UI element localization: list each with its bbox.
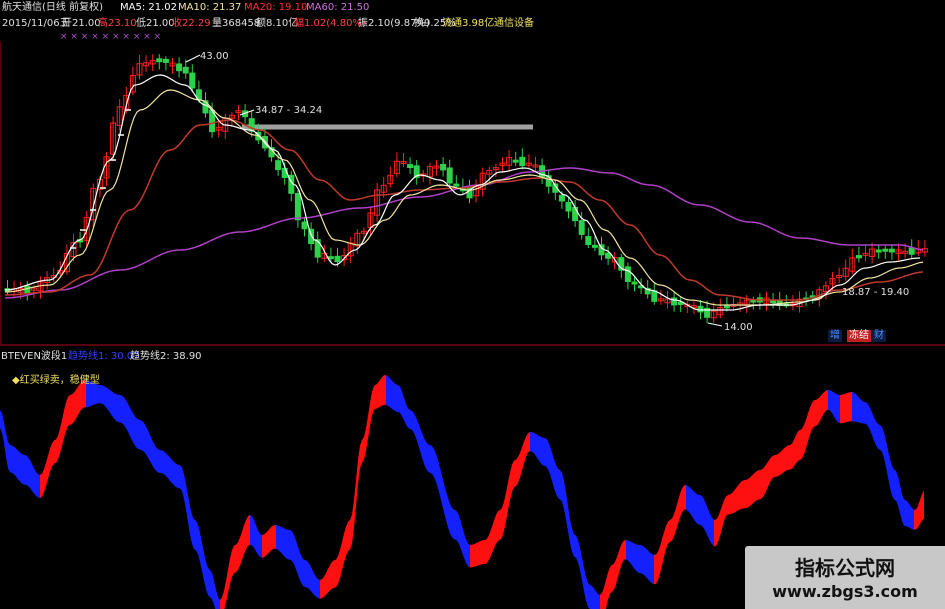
low-arrow (707, 322, 723, 327)
buy-band-segment (320, 375, 388, 599)
sell-band-segment (626, 540, 656, 585)
buy-band-segment (600, 540, 628, 609)
peak-price-label: 43.00 (200, 51, 229, 62)
ma10-label: MA10: 21.37 (178, 2, 242, 13)
candle-body (855, 255, 862, 259)
open-label: 开21.00 (62, 18, 101, 29)
sell-band-segment (828, 390, 842, 424)
candle-body (591, 244, 598, 248)
candle-body (453, 183, 460, 187)
candle-body (308, 228, 315, 244)
date-label: 2015/11/06五 (2, 18, 70, 29)
candle-body (189, 72, 196, 89)
volume-label: 量368458 (212, 18, 261, 29)
chart-canvas (0, 42, 945, 609)
sell-band-segment (852, 392, 916, 530)
stock-chart-window: 航天通信(日线 前复权) MA5: 21.02 MA10: 21.37 MA20… (0, 0, 945, 609)
candle-body (624, 266, 631, 282)
watermark-box: 指标公式网 www.zbgs3.com (745, 546, 945, 609)
candle-body (182, 66, 189, 74)
candle-body (519, 156, 526, 167)
candle-body (723, 305, 730, 309)
candle-body (908, 247, 915, 255)
signal-marker-row: × × × × × × × × × × (60, 32, 162, 42)
badge-freeze[interactable]: 冻结 (847, 330, 871, 342)
candle-body (770, 300, 777, 304)
trend-line-1-label: 趋势线1: 30.07 (68, 351, 140, 362)
candle-body (407, 164, 414, 169)
candle-body (572, 206, 579, 222)
high-label: 高23.10 (98, 18, 137, 29)
candle-body (578, 220, 585, 235)
candle-body (512, 159, 519, 163)
badge-increase[interactable]: 增 (828, 330, 842, 342)
float-label: 流通3.98亿 (442, 18, 495, 29)
change-label: 幅1.02(4.80%) (294, 18, 366, 29)
candle-body (162, 58, 169, 63)
watermark-url: www.zbgs3.com (772, 582, 918, 601)
candle-body (334, 255, 341, 263)
low-price-label: 14.00 (724, 322, 753, 333)
ma60-label: MA60: 21.50 (306, 2, 370, 13)
candle-body (598, 244, 605, 256)
sell-band-segment (0, 410, 42, 499)
candle-body (327, 256, 334, 260)
sell-band-segment (530, 432, 602, 609)
close-label: 收22.29 (172, 18, 211, 29)
sell-band-segment (686, 485, 716, 547)
candle-body (875, 249, 882, 253)
candle-body (301, 221, 308, 230)
sell-band-segment (86, 380, 222, 609)
sell-band-segment (276, 525, 322, 599)
badge-finance[interactable]: 财 (872, 330, 886, 342)
candle-body (888, 248, 895, 253)
candle-body (558, 194, 565, 202)
buy-band-segment (220, 515, 252, 609)
indicator-title: BTEVEN波段1 (1, 351, 68, 362)
buy-band-segment (470, 432, 532, 568)
low-label: 低21.00 (136, 18, 175, 29)
candle-body (446, 167, 453, 184)
candle-body (651, 290, 658, 302)
ma20-line (5, 119, 924, 301)
candle-body (275, 160, 282, 171)
chart-markers (70, 54, 723, 327)
stock-title: 航天通信(日线 前复权) (2, 2, 103, 13)
sector-label: 通信设备 (494, 18, 534, 29)
candle-body (671, 297, 678, 306)
buy-band-segment (654, 485, 688, 585)
buy-band-segment (262, 525, 278, 558)
trend-line-2-label: 趋势线2: 38.90 (130, 351, 202, 362)
candle-body (156, 58, 163, 63)
candle-body (585, 236, 592, 245)
candle-body (882, 248, 889, 252)
sell-band-segment (386, 375, 472, 568)
sell-band-segment (250, 515, 264, 558)
candle-body (565, 201, 572, 212)
ma5-label: MA5: 21.02 (120, 2, 178, 13)
candle-body (176, 63, 183, 72)
amount-label: 额8.10亿 (256, 18, 299, 29)
ma20-label: MA20: 19.10 (244, 2, 308, 13)
moving-average-lines (4, 74, 924, 311)
watermark-title: 指标公式网 (795, 556, 895, 580)
candlestick-series (4, 54, 928, 324)
candle-body (440, 163, 447, 171)
support-range-label: 18.87 - 19.40 (842, 287, 910, 298)
indicator-legend-text: 红买绿卖，稳健型 (19, 375, 100, 386)
buy-band-segment (914, 490, 924, 530)
resistance-range-label: 34.87 - 34.24 (255, 105, 323, 116)
candle-body (631, 281, 638, 285)
indicator-legend: ◆红买绿卖，稳健型 (12, 375, 100, 386)
peak-arrow (185, 54, 201, 63)
candle-body (294, 193, 301, 221)
buy-band-segment (714, 390, 830, 547)
buy-band-segment (40, 380, 88, 499)
candle-body (605, 252, 612, 259)
buy-band-segment (840, 392, 854, 424)
candle-body (697, 305, 704, 313)
